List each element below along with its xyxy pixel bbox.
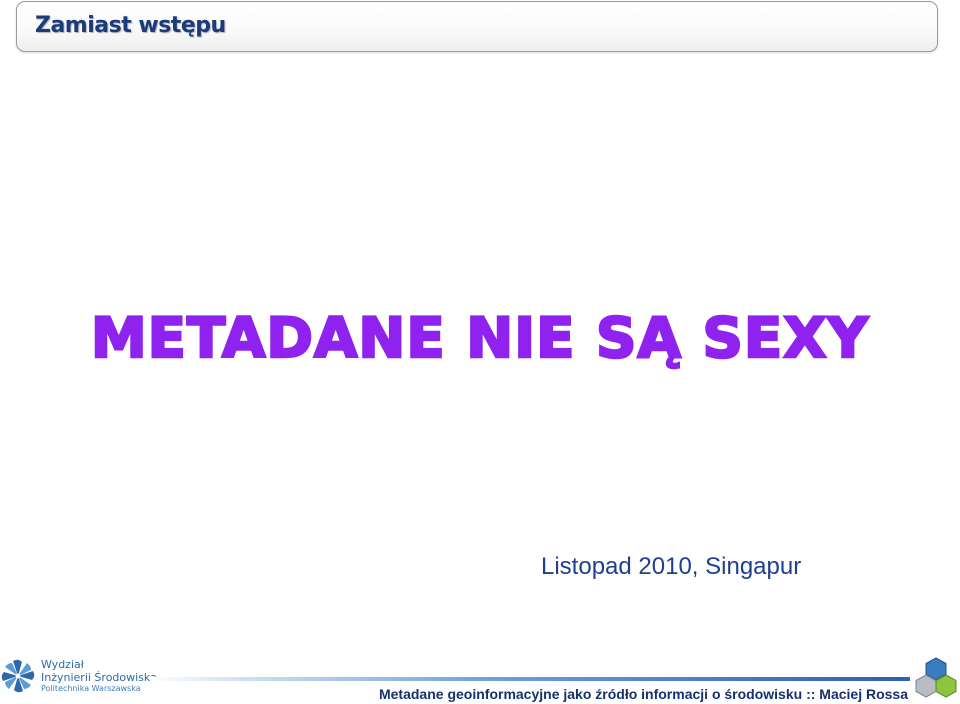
footer-divider: [150, 677, 910, 681]
slide-title: Zamiast wstępu: [35, 13, 226, 38]
logo-text-department: Inżynierii Środowiska: [41, 671, 157, 684]
headline: METADANE NIE SĄ SEXY: [90, 305, 870, 372]
title-bar: Zamiast wstępu: [16, 1, 938, 52]
pinwheel-logo-icon: [1, 659, 35, 693]
hexagon-cluster-icon: [915, 657, 957, 698]
faculty-logo: Wydział Inżynierii Środowiska Politechni…: [0, 656, 157, 700]
footer-caption: Metadane geoinformacyjne jako źródło inf…: [378, 686, 908, 702]
logo-text-university: Politechnika Warszawska: [41, 684, 141, 693]
slide: Zamiast wstępu METADANE NIE SĄ SEXY List…: [0, 0, 960, 704]
subtitle: Listopad 2010, Singapur: [541, 553, 802, 580]
logo-text-faculty: Wydział: [41, 658, 84, 671]
